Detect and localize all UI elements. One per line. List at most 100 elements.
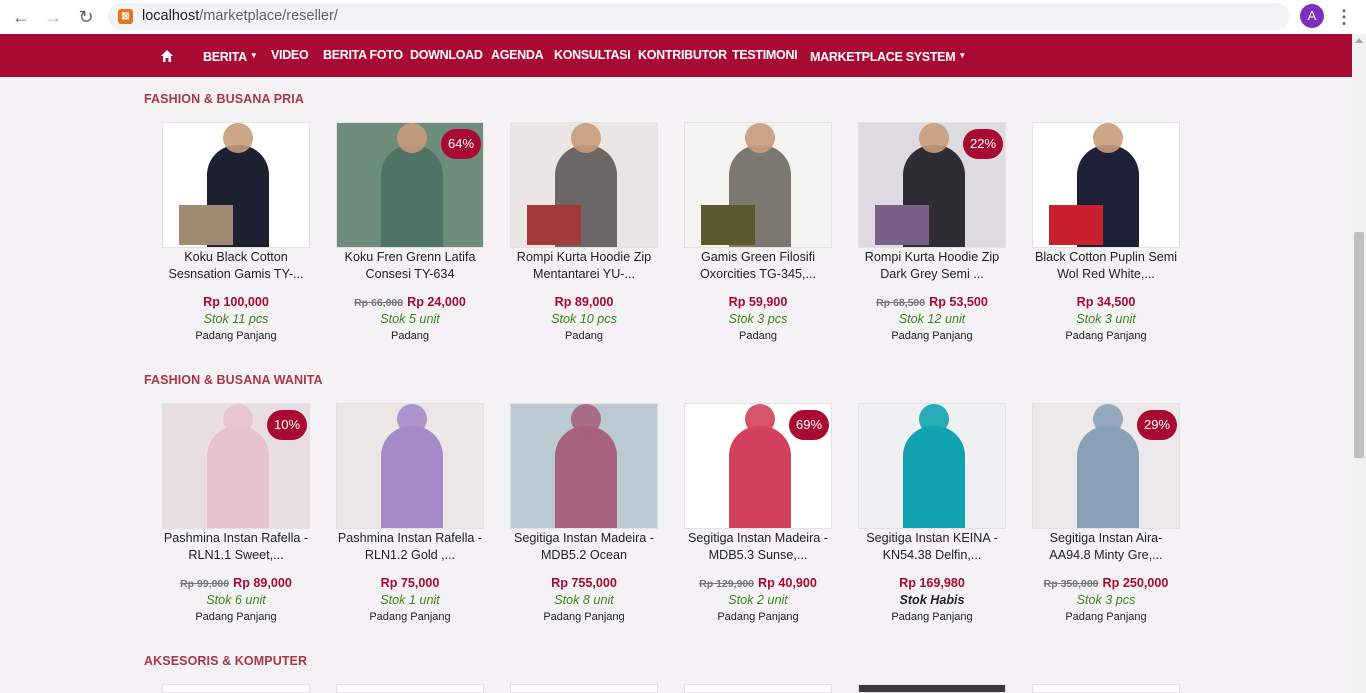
product-current-price: Rp 75,000 bbox=[380, 576, 440, 590]
product-price: Rp 129,900 Rp 40,900 bbox=[684, 576, 832, 593]
nav-item-kontributor[interactable]: KONTRIBUTOR bbox=[638, 34, 727, 77]
product-name[interactable]: Rompi Kurta Hoodie Zip Mentantarei YU-..… bbox=[510, 249, 658, 283]
product-photo-figure bbox=[903, 426, 965, 528]
product-name[interactable]: Pashmina Instan Rafella - RLN1.2 Gold ,.… bbox=[336, 530, 484, 564]
browser-menu-icon[interactable]: ⋮ bbox=[1334, 5, 1354, 29]
product-image[interactable] bbox=[510, 403, 658, 529]
product-name[interactable]: Segitiga Instan Madeira - MDB5.2 Ocean bbox=[510, 530, 658, 564]
address-bar[interactable]: ⊠ localhost/marketplace/reseller/ bbox=[108, 3, 1290, 30]
product-card[interactable]: Segitiga Instan Madeira - MDB5.2 Ocean Rp… bbox=[510, 403, 658, 623]
product-card[interactable]: Segitiga Instan KEINA - KN54.38 Delfin,.… bbox=[858, 403, 1006, 623]
product-photo-head bbox=[397, 404, 427, 434]
product-card[interactable]: 22% Rompi Kurta Hoodie Zip Dark Grey Semi… bbox=[858, 122, 1006, 342]
product-city: Padang Panjang bbox=[891, 330, 973, 342]
product-card[interactable]: Gamis Green Filosifi Oxorcities TG-345,.… bbox=[684, 122, 832, 342]
product-name[interactable]: Koku Fren Grenn Latifa Consesi TY-634 bbox=[336, 249, 484, 283]
product-thumb-partial[interactable] bbox=[162, 684, 310, 693]
product-name[interactable]: Black Cotton Puplin Semi Wol Red White,.… bbox=[1032, 249, 1180, 283]
product-image[interactable]: 69% bbox=[684, 403, 832, 529]
product-card[interactable]: 29% Segitiga Instan Aira- AA94.8 Minty Gr… bbox=[1032, 403, 1180, 623]
product-name[interactable]: Segitiga Instan Aira- AA94.8 Minty Gre,.… bbox=[1032, 530, 1180, 564]
product-image[interactable]: 29% bbox=[1032, 403, 1180, 529]
product-name[interactable]: Gamis Green Filosifi Oxorcities TG-345,.… bbox=[684, 249, 832, 283]
product-thumb-partial[interactable] bbox=[858, 684, 1006, 693]
nav-item-testimoni[interactable]: TESTIMONI bbox=[732, 34, 798, 77]
nav-item-marketplace-system[interactable]: MARKETPLACE SYSTEM ▼ bbox=[810, 34, 966, 77]
product-photo-head bbox=[223, 123, 253, 153]
product-current-price: Rp 53,500 bbox=[929, 295, 988, 309]
product-card[interactable]: Rompi Kurta Hoodie Zip Mentantarei YU-..… bbox=[510, 122, 658, 342]
product-card[interactable]: Black Cotton Puplin Semi Wol Red White,.… bbox=[1032, 122, 1180, 342]
product-name[interactable]: Rompi Kurta Hoodie Zip Dark Grey Semi ..… bbox=[858, 249, 1006, 283]
product-old-price: Rp 68,500 bbox=[876, 297, 926, 309]
product-city: Padang bbox=[391, 330, 429, 342]
product-image[interactable]: 22% bbox=[858, 122, 1006, 248]
product-name[interactable]: Koku Black Cotton Sesnsation Gamis TY-..… bbox=[162, 249, 310, 283]
product-price: Rp 99,000 Rp 89,000 bbox=[162, 576, 310, 593]
product-old-price: Rp 129,900 bbox=[699, 578, 755, 590]
product-price: Rp 755,000 bbox=[510, 576, 658, 593]
home-icon[interactable] bbox=[160, 34, 178, 77]
product-photo-head bbox=[919, 123, 949, 153]
product-name[interactable]: Segitiga Instan Madeira - MDB5.3 Sunse,.… bbox=[684, 530, 832, 564]
product-image[interactable] bbox=[858, 403, 1006, 529]
product-card[interactable]: 69% Segitiga Instan Madeira - MDB5.3 Suns… bbox=[684, 403, 832, 623]
product-price: Rp 89,000 bbox=[510, 295, 658, 312]
back-icon[interactable]: ← bbox=[9, 5, 33, 29]
product-thumb-partial[interactable] bbox=[336, 684, 484, 693]
discount-badge: 64% bbox=[441, 129, 481, 159]
product-image[interactable]: 10% bbox=[162, 403, 310, 529]
scroll-up-icon[interactable] bbox=[1355, 38, 1363, 43]
product-image[interactable] bbox=[162, 122, 310, 248]
product-city: Padang Panjang bbox=[195, 611, 277, 623]
product-photo-figure bbox=[381, 145, 443, 247]
forward-icon[interactable]: → bbox=[41, 5, 65, 29]
product-city: Padang Panjang bbox=[369, 611, 451, 623]
product-thumb-partial[interactable] bbox=[684, 684, 832, 693]
section-title-aksesoris[interactable]: AKSESORIS & KOMPUTER bbox=[144, 654, 307, 668]
section-title-fashion-pria[interactable]: FASHION & BUSANA PRIA bbox=[144, 92, 304, 106]
product-name[interactable]: Segitiga Instan KEINA - KN54.38 Delfin,.… bbox=[858, 530, 1006, 564]
product-stock: Stok 3 unit bbox=[1076, 312, 1136, 326]
section-title-fashion-wanita[interactable]: FASHION & BUSANA WANITA bbox=[144, 373, 323, 387]
product-card[interactable]: Pashmina Instan Rafella - RLN1.2 Gold ,.… bbox=[336, 403, 484, 623]
nav-item-agenda[interactable]: AGENDA bbox=[491, 34, 544, 77]
product-photo-figure bbox=[555, 426, 617, 528]
product-label-box bbox=[527, 205, 581, 245]
product-stock: Stok 2 unit bbox=[728, 593, 788, 607]
nav-item-berita[interactable]: BERITA ▼ bbox=[203, 34, 258, 77]
discount-badge: 22% bbox=[963, 129, 1003, 159]
product-image[interactable] bbox=[684, 122, 832, 248]
product-thumb-partial[interactable] bbox=[1032, 684, 1180, 693]
product-card[interactable]: 10% Pashmina Instan Rafella - RLN1.1 Swee… bbox=[162, 403, 310, 623]
product-price: Rp 100,000 bbox=[162, 295, 310, 312]
product-image[interactable]: 64% bbox=[336, 122, 484, 248]
product-name[interactable]: Pashmina Instan Rafella - RLN1.1 Sweet,.… bbox=[162, 530, 310, 564]
nav-item-download[interactable]: DOWNLOAD bbox=[410, 34, 483, 77]
product-card[interactable]: Koku Black Cotton Sesnsation Gamis TY-..… bbox=[162, 122, 310, 342]
profile-avatar[interactable]: A bbox=[1300, 4, 1324, 28]
scrollbar-thumb[interactable] bbox=[1354, 232, 1364, 458]
product-city: Padang bbox=[565, 330, 603, 342]
nav-item-video[interactable]: VIDEO bbox=[271, 34, 309, 77]
product-label-box bbox=[875, 205, 929, 245]
product-image[interactable] bbox=[336, 403, 484, 529]
product-city: Padang Panjang bbox=[195, 330, 277, 342]
nav-item-berita-foto[interactable]: BERITA FOTO bbox=[323, 34, 403, 77]
product-current-price: Rp 89,000 bbox=[554, 295, 614, 309]
product-image[interactable] bbox=[1032, 122, 1180, 248]
product-old-price: Rp 350,000 bbox=[1043, 578, 1099, 590]
product-card[interactable]: 64% Koku Fren Grenn Latifa Consesi TY-634… bbox=[336, 122, 484, 342]
product-image[interactable] bbox=[510, 122, 658, 248]
site-favicon-icon: ⊠ bbox=[118, 9, 133, 24]
reload-icon[interactable]: ↻ bbox=[74, 5, 98, 29]
product-label-box bbox=[1049, 205, 1103, 245]
product-stock: Stok 11 pcs bbox=[203, 312, 269, 326]
product-photo-head bbox=[571, 123, 601, 153]
product-price: Rp 169,980 bbox=[858, 576, 1006, 593]
product-thumb-partial[interactable] bbox=[510, 684, 658, 693]
product-photo-head bbox=[223, 404, 253, 434]
product-photo-head bbox=[571, 404, 601, 434]
nav-item-konsultasi[interactable]: KONSULTASI bbox=[554, 34, 631, 77]
product-city: Padang Panjang bbox=[1065, 330, 1147, 342]
